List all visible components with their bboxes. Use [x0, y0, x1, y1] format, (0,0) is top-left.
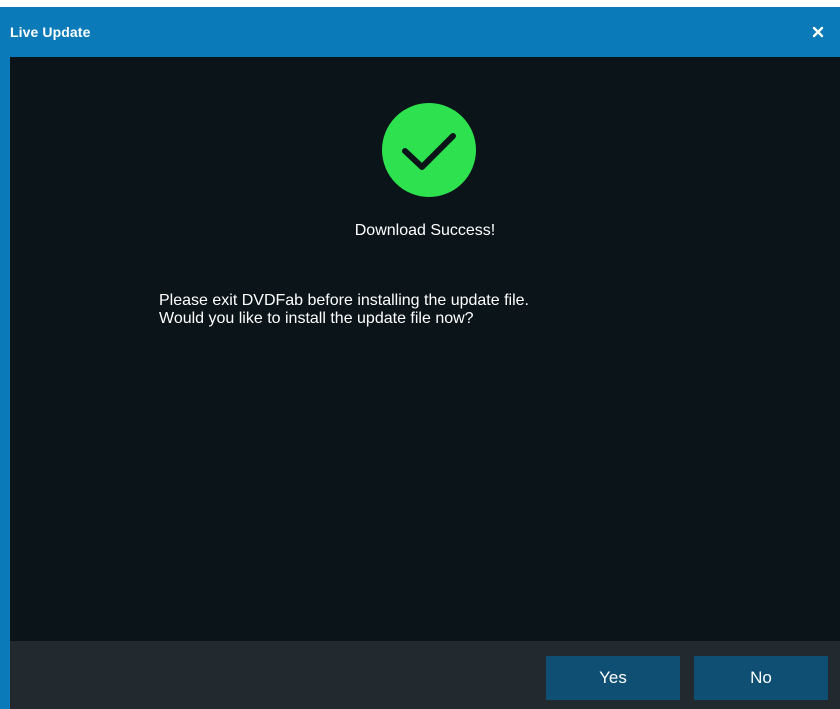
live-update-dialog: Live Update Download Success! Please exi… [0, 0, 840, 709]
close-icon [812, 26, 824, 38]
dialog-content: Download Success! Please exit DVDFab bef… [10, 57, 840, 641]
dialog-footer: Yes No [10, 641, 840, 709]
dialog-title: Live Update [10, 24, 91, 40]
checkmark-circle-icon [382, 103, 476, 197]
download-status-text: Download Success! [354, 222, 496, 239]
close-button[interactable] [810, 22, 826, 42]
yes-button[interactable]: Yes [546, 656, 680, 700]
message-line-1: Please exit DVDFab before installing the… [159, 292, 529, 309]
install-message: Please exit DVDFab before installing the… [159, 292, 529, 328]
title-bar[interactable]: Live Update [0, 7, 840, 57]
no-button[interactable]: No [694, 656, 828, 700]
message-line-2: Would you like to install the update fil… [159, 310, 474, 327]
window-top-edge [0, 0, 840, 7]
